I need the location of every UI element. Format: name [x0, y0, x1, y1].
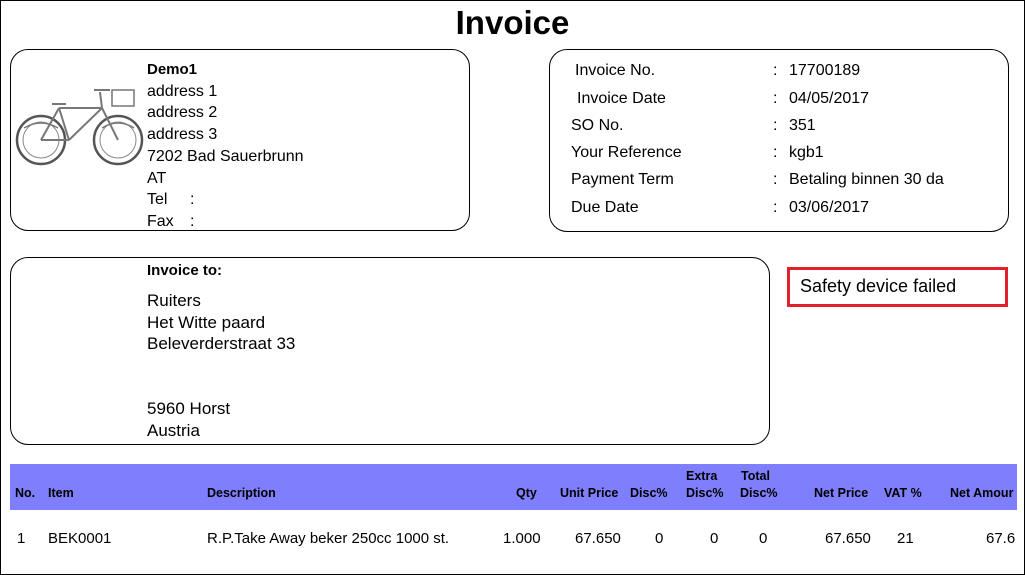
meta-value: 04/05/2017: [789, 90, 870, 107]
meta-colon: :: [773, 62, 778, 79]
col-header-total-disc-line2: Disc%: [740, 486, 778, 500]
cell-net-price: 67.650: [825, 530, 871, 547]
col-header-vat: VAT %: [884, 486, 922, 500]
cell-unit-price: 67.650: [575, 530, 621, 547]
bill-to-heading: Invoice to:: [147, 262, 223, 279]
company-address-line: 7202 Bad Sauerbrunn: [147, 147, 304, 165]
bill-to-line: Austria: [147, 421, 200, 441]
col-header-unit-price: Unit Price: [560, 486, 619, 500]
meta-label: Due Date: [571, 199, 639, 216]
bill-to-line: [147, 377, 295, 399]
company-name: Demo1: [147, 61, 198, 78]
col-header-qty: Qty: [516, 486, 537, 500]
meta-label: Payment Term: [571, 171, 674, 188]
col-header-net-amount: Net Amour: [950, 486, 1014, 500]
meta-value: kgb1: [789, 144, 824, 161]
company-fax: Fax:: [147, 211, 304, 233]
cell-description: R.P.Take Away beker 250cc 1000 st.: [207, 530, 450, 547]
cell-vat: 21: [897, 530, 914, 547]
meta-label: SO No.: [571, 117, 624, 134]
company-tel: Tel:: [147, 189, 304, 211]
meta-label: Your Reference: [571, 144, 682, 161]
col-header-net-price: Net Price: [814, 486, 869, 500]
bill-to-line: [147, 355, 295, 377]
cell-disc: 0: [655, 530, 664, 547]
bill-to-line: Het Witte paard: [147, 312, 266, 332]
bicycle-logo: [15, 89, 144, 166]
fax-value: :: [190, 212, 195, 230]
col-header-disc: Disc%: [630, 486, 668, 500]
bill-to-line: Ruiters: [147, 291, 201, 310]
tel-label: Tel: [147, 191, 168, 209]
bill-to-address: Ruiters Het Witte paard Beleverderstraat…: [147, 290, 295, 442]
col-header-extra-disc-line2: Disc%: [686, 486, 724, 500]
meta-value: 03/06/2017: [789, 199, 870, 216]
bill-to-line: 5960 Horst: [147, 399, 231, 419]
company-address-line: address 1: [147, 82, 218, 100]
company-address-line: address 3: [147, 126, 218, 144]
col-header-no: No.: [15, 486, 36, 500]
cell-qty: 1.000: [503, 530, 541, 547]
meta-value: Betaling binnen 30 da: [789, 171, 944, 188]
cell-extra-disc: 0: [710, 530, 719, 547]
safety-alert-box: Safety device failed: [787, 267, 1008, 307]
col-header-item: Item: [48, 486, 74, 500]
tel-value: :: [190, 191, 195, 209]
meta-label: Invoice Date: [577, 90, 666, 107]
bill-to-box: [10, 257, 770, 445]
meta-label: Invoice No.: [575, 62, 656, 79]
cell-total-disc: 0: [759, 530, 768, 547]
cell-item: BEK0001: [48, 530, 112, 547]
meta-colon: :: [773, 199, 778, 216]
document-title: Invoice: [455, 4, 570, 41]
company-details: Demo1 address 1 address 2 address 3 7202…: [147, 59, 304, 233]
meta-value: 351: [789, 117, 816, 134]
company-address-line: address 2: [147, 104, 218, 122]
col-header-extra-disc-line1: Extra: [686, 469, 718, 483]
meta-colon: :: [773, 117, 778, 134]
fax-label: Fax: [147, 212, 174, 230]
meta-colon: :: [773, 90, 778, 107]
cell-no: 1: [17, 530, 26, 547]
meta-colon: :: [773, 171, 778, 188]
col-header-description: Description: [207, 486, 276, 500]
meta-colon: :: [773, 144, 778, 161]
col-header-total-disc-line1: Total: [741, 469, 770, 483]
bill-to-line: Beleverderstraat 33: [147, 334, 296, 354]
cell-net-amount: 67.6: [986, 530, 1016, 547]
meta-value: 17700189: [789, 62, 861, 79]
company-address-line: AT: [147, 169, 167, 187]
